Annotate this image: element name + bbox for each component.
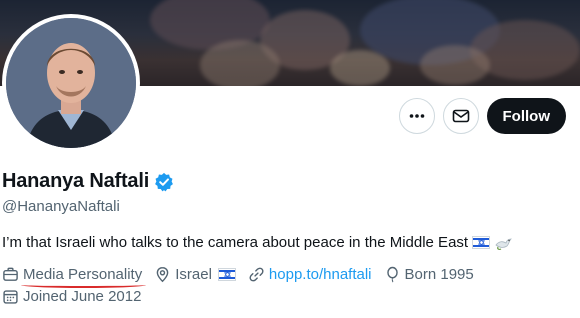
birthday-item: Born 1995: [384, 266, 474, 283]
flag-israel-icon: [472, 236, 491, 249]
avatar[interactable]: [2, 14, 140, 152]
profile-actions: Follow: [398, 98, 566, 134]
profile-name-row: Hananya Naftali: [2, 170, 174, 193]
website-link[interactable]: hopp.to/hnaftali: [269, 266, 372, 283]
location-pin-icon: [156, 266, 169, 283]
joined-item: Joined June 2012: [2, 288, 141, 305]
briefcase-icon: [3, 267, 18, 281]
message-button[interactable]: [442, 98, 479, 134]
balloon-icon: [386, 266, 398, 283]
mail-icon: [452, 109, 469, 123]
verified-badge-icon[interactable]: [154, 172, 174, 192]
category-item: Media Personality: [2, 266, 147, 288]
profile-bio: I’m that Israeli who talks to the camera…: [2, 234, 513, 251]
profile-joined-row: Joined June 2012: [2, 288, 153, 305]
link-icon: [249, 267, 264, 282]
location-text: Israel: [175, 266, 212, 283]
more-icon: [409, 114, 424, 118]
joined-text: Joined June 2012: [23, 288, 142, 305]
dove-icon: [495, 238, 513, 250]
profile-meta-row: Media Personality Israel hopp.to/hnaftal…: [2, 266, 486, 288]
more-button[interactable]: [398, 98, 435, 134]
calendar-icon: [3, 290, 18, 304]
location-item: Israel: [154, 266, 236, 283]
follow-button[interactable]: Follow: [486, 98, 566, 134]
person-portrait-icon: [6, 18, 136, 148]
profile-name: Hananya Naftali: [2, 170, 150, 192]
bio-text: I’m that Israeli who talks to the camera…: [2, 234, 469, 251]
avatar-photo: [6, 18, 136, 148]
website-item: hopp.to/hnaftali: [248, 266, 372, 283]
flag-israel-icon: [217, 268, 236, 281]
birthday-text: Born 1995: [404, 266, 474, 283]
category-text: Media Personality: [20, 266, 147, 288]
profile-handle: @HananyaNaftali: [2, 198, 120, 215]
